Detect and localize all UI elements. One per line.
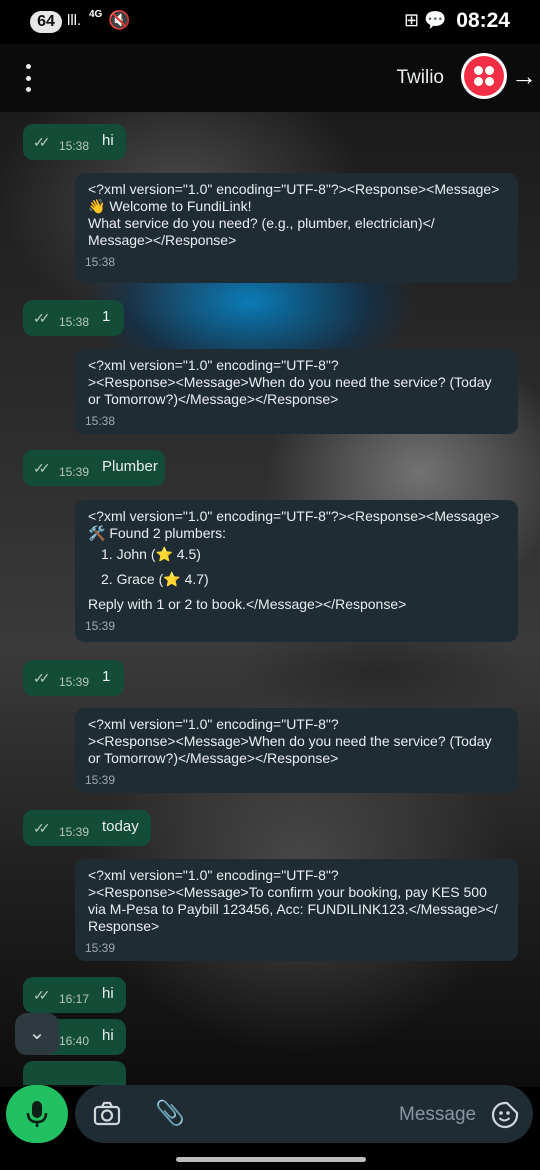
network-type: 4G [89,9,103,20]
message-time: 15:39 [59,675,90,689]
double-check-icon: ✓✓ [33,133,51,150]
message-time: 15:39 [59,825,90,839]
scroll-to-bottom-button[interactable]: ⌄ [15,1013,59,1055]
message-text: <?xml version="1.0" encoding="UTF-8"? ><… [88,716,492,766]
incoming-message[interactable]: <?xml version="1.0" encoding="UTF-8"? ><… [75,349,518,434]
incoming-message[interactable]: <?xml version="1.0" encoding="UTF-8"? ><… [75,708,518,793]
list-item: 2. Grace (⭐ 4.7) [101,571,209,587]
incoming-message[interactable]: <?xml version="1.0" encoding="UTF-8"? ><… [75,859,518,961]
double-chevron-down-icon: ⌄ [28,1022,46,1044]
outgoing-message-partial[interactable] [23,1061,126,1085]
camera-icon[interactable] [93,1101,121,1127]
outgoing-message[interactable]: ✓✓ 15:39 1 [23,660,124,696]
double-check-icon: ✓✓ [33,459,51,476]
message-input-bar: 📎 Message [75,1085,533,1143]
plumber-list: 1. John (⭐ 4.5) 2. Grace (⭐ 4.7) [101,546,506,588]
attach-icon[interactable]: 📎 [155,1099,185,1128]
message-text: <?xml version="1.0" encoding="UTF-8"?><R… [88,181,500,248]
more-options-icon[interactable] [18,64,38,92]
message-text: Reply with 1 or 2 to book.</Message></Re… [88,596,407,612]
message-time: 16:40 [59,1034,90,1048]
outgoing-message[interactable]: ✓✓ 15:38 1 [23,300,124,336]
message-time: 15:39 [85,619,116,633]
chat-bubble-icon: 💬 [424,10,447,30]
message-text: today [102,818,139,835]
add-box-icon: ⊞ [404,10,420,30]
message-text: <?xml version="1.0" encoding="UTF-8"?><R… [88,508,500,541]
voice-message-button[interactable] [6,1085,68,1143]
contact-name[interactable]: Twilio [396,67,444,89]
message-time: 15:39 [85,941,116,955]
double-check-icon: ✓✓ [33,986,51,1003]
message-time: 15:38 [85,255,116,269]
message-text: hi [102,1027,114,1044]
mic-icon [26,1101,48,1127]
sticker-icon[interactable] [491,1101,519,1129]
clock: 08:24 [456,9,510,32]
outgoing-message[interactable]: ✓✓ 15:39 Plumber [23,450,165,486]
message-text: 1 [102,668,111,685]
double-check-icon: ✓✓ [33,819,51,836]
signal-icon: lll. [67,12,82,29]
home-indicator[interactable] [176,1157,366,1162]
list-item: 1. John (⭐ 4.5) [101,546,201,562]
message-time: 15:38 [85,414,116,428]
arrow-right-icon[interactable]: → [511,62,537,90]
message-text: hi [102,985,114,1002]
message-text: <?xml version="1.0" encoding="UTF-8"? ><… [88,867,498,934]
notification-count-badge: 64 [30,11,62,33]
incoming-message[interactable]: <?xml version="1.0" encoding="UTF-8"?><R… [75,500,518,642]
message-time: 15:39 [85,773,116,787]
outgoing-message[interactable]: ✓✓ 15:38 hi [23,124,126,160]
chat-header: Twilio → [0,44,540,112]
outgoing-message[interactable]: ✓✓ 15:39 today [23,810,151,846]
double-check-icon: ✓✓ [33,669,51,686]
message-text: 1 [102,308,111,325]
double-check-icon: ✓✓ [33,309,51,326]
message-input[interactable]: Message [399,1104,476,1126]
contact-avatar[interactable] [461,53,507,99]
message-time: 15:38 [59,315,90,329]
message-text: hi [102,132,114,149]
message-time: 15:39 [59,465,90,479]
incoming-message[interactable]: <?xml version="1.0" encoding="UTF-8"?><R… [75,173,518,283]
outgoing-message[interactable]: ✓✓ 16:17 hi [23,977,126,1013]
message-time: 15:38 [59,139,90,153]
message-text: Plumber [102,458,158,475]
message-time: 16:17 [59,992,90,1006]
mute-icon: 🔇 [108,10,131,30]
twilio-logo-icon [464,56,504,96]
message-text: <?xml version="1.0" encoding="UTF-8"? ><… [88,357,492,407]
status-bar: 64 lll. 4G 🔇 ⊞ 💬 08:24 [0,0,540,44]
notification-icons: ⊞ 💬 [404,10,447,31]
